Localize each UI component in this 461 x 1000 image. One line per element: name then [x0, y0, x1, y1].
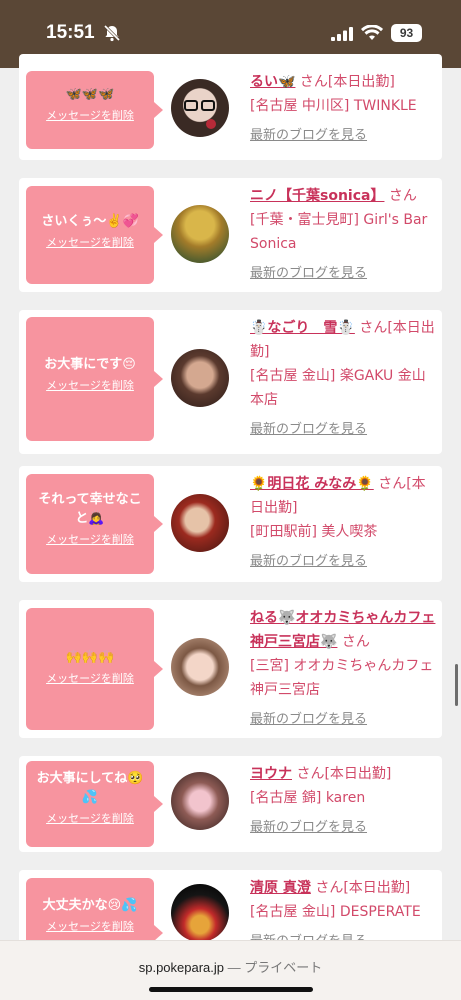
avatar[interactable]	[171, 638, 229, 696]
profile-info: るい🦋 さん[本日出勤] [名古屋 中川区] TWINKLE 最新のブログを見る	[250, 70, 438, 148]
latest-blog-link[interactable]: 最新のブログを見る	[250, 816, 438, 840]
profile-info: ねる🐺オオカミちゃんカフェ神戸三宮店🐺 さん [三宮] オオカミちゃんカフェ神戸…	[250, 606, 438, 732]
message-text: お大事にです😔	[44, 357, 136, 372]
cast-name-link[interactable]: ☃️なごり 雪☃️	[250, 320, 355, 336]
shop-name: [千葉・富士見町] Girl's Bar Sonica	[250, 212, 428, 252]
delete-message-link[interactable]: メッセージを削除	[26, 918, 154, 934]
honorific: さん	[341, 634, 370, 650]
shop-name: [町田駅前] 美人喫茶	[250, 524, 378, 540]
delete-message-link[interactable]: メッセージを削除	[26, 670, 154, 686]
honorific: さん	[296, 766, 325, 782]
message-bubble: それって幸せなこと🙇‍♀️ メッセージを削除	[26, 474, 163, 574]
work-status: [本日出勤]	[343, 880, 411, 896]
message-bubble: お大事にしてね🥺💦 メッセージを削除	[26, 761, 163, 847]
latest-blog-link[interactable]: 最新のブログを見る	[250, 124, 438, 148]
cast-name-link[interactable]: 🌻明日花 みなみ🌻	[250, 476, 374, 492]
delete-message-link[interactable]: メッセージを削除	[26, 377, 154, 393]
delete-message-link[interactable]: メッセージを削除	[26, 531, 154, 547]
avatar[interactable]	[171, 772, 229, 830]
message-card: 🙌🙌🙌 メッセージを削除 ねる🐺オオカミちゃんカフェ神戸三宮店🐺 さん [三宮]…	[19, 600, 442, 738]
shop-name: [名古屋 中川区] TWINKLE	[250, 98, 417, 114]
profile-info: ☃️なごり 雪☃️ さん[本日出勤] [名古屋 金山] 楽GAKU 金山本店 最…	[250, 316, 438, 442]
work-status: [本日出勤]	[324, 766, 392, 782]
cast-name-link[interactable]: ニノ【千葉sonica】	[250, 188, 384, 204]
shop-name: [三宮] オオカミちゃんカフェ神戸三宮店	[250, 658, 434, 698]
profile-info: ヨウナ さん[本日出勤] [名古屋 錦] karen 最新のブログを見る	[250, 762, 438, 840]
wifi-icon	[361, 25, 383, 40]
cast-name-link[interactable]: ヨウナ	[250, 766, 292, 782]
domain-text: sp.pokepara.jp	[138, 960, 225, 975]
avatar[interactable]	[171, 205, 229, 263]
home-indicator[interactable]	[149, 987, 313, 992]
profile-info: ニノ【千葉sonica】 さん [千葉・富士見町] Girl's Bar Son…	[250, 184, 438, 286]
work-status: [本日出勤]	[327, 74, 395, 90]
message-card: それって幸せなこと🙇‍♀️ メッセージを削除 🌻明日花 みなみ🌻 さん[本日出勤…	[19, 466, 442, 582]
message-text: 🦋🦋🦋	[65, 87, 115, 102]
message-bubble: 🦋🦋🦋 メッセージを削除	[26, 71, 163, 149]
message-bubble: お大事にです😔 メッセージを削除	[26, 317, 163, 441]
shop-name: [名古屋 金山] 楽GAKU 金山本店	[250, 368, 426, 408]
honorific: さん	[359, 320, 388, 336]
bell-muted-icon	[103, 24, 121, 42]
honorific: さん	[378, 476, 407, 492]
message-text: 🙌🙌🙌	[65, 650, 115, 665]
honorific: さん	[299, 74, 328, 90]
message-text: お大事にしてね🥺💦	[36, 771, 144, 805]
avatar[interactable]	[171, 494, 229, 552]
latest-blog-link[interactable]: 最新のブログを見る	[250, 262, 438, 286]
message-text: 大丈夫かな😢💦	[42, 898, 138, 913]
cast-name-link[interactable]: るい🦋	[250, 74, 295, 90]
honorific: さん	[315, 880, 344, 896]
message-text: それって幸せなこと🙇‍♀️	[38, 492, 142, 526]
message-card: さいくぅ〜✌️💞 メッセージを削除 ニノ【千葉sonica】 さん [千葉・富士…	[19, 178, 442, 292]
profile-info: 🌻明日花 みなみ🌻 さん[本日出勤] [町田駅前] 美人喫茶 最新のブログを見る	[250, 472, 438, 574]
delete-message-link[interactable]: メッセージを削除	[26, 810, 154, 826]
message-card: 🦋🦋🦋 メッセージを削除 るい🦋 さん[本日出勤] [名古屋 中川区] TWIN…	[19, 54, 442, 160]
delete-message-link[interactable]: メッセージを削除	[26, 234, 154, 250]
shop-name: [名古屋 金山] DESPERATE	[250, 904, 421, 920]
message-card: お大事にしてね🥺💦 メッセージを削除 ヨウナ さん[本日出勤] [名古屋 錦] …	[19, 756, 442, 852]
latest-blog-link[interactable]: 最新のブログを見る	[250, 708, 438, 732]
avatar[interactable]	[171, 349, 229, 407]
message-card: お大事にです😔 メッセージを削除 ☃️なごり 雪☃️ さん[本日出勤] [名古屋…	[19, 310, 442, 454]
cellular-signal-icon	[331, 27, 353, 41]
url-label[interactable]: sp.pokepara.jp — プライベート	[0, 957, 461, 976]
message-bubble: さいくぅ〜✌️💞 メッセージを削除	[26, 186, 163, 284]
delete-message-link[interactable]: メッセージを削除	[26, 107, 154, 123]
cast-name-link[interactable]: 清原 真澄	[250, 880, 311, 896]
glasses-icon	[184, 100, 216, 129]
battery-indicator: 93	[391, 24, 422, 42]
latest-blog-link[interactable]: 最新のブログを見る	[250, 418, 438, 442]
shop-name: [名古屋 錦] karen	[250, 790, 366, 806]
avatar[interactable]	[171, 79, 229, 137]
avatar[interactable]	[171, 884, 229, 942]
private-mode-label: — プライベート	[227, 960, 323, 975]
latest-blog-link[interactable]: 最新のブログを見る	[250, 550, 438, 574]
message-text: さいくぅ〜✌️💞	[41, 214, 139, 229]
clock: 15:51	[46, 22, 95, 43]
scrollbar[interactable]	[455, 664, 458, 706]
message-bubble: 🙌🙌🙌 メッセージを削除	[26, 608, 163, 730]
honorific: さん	[388, 188, 417, 204]
